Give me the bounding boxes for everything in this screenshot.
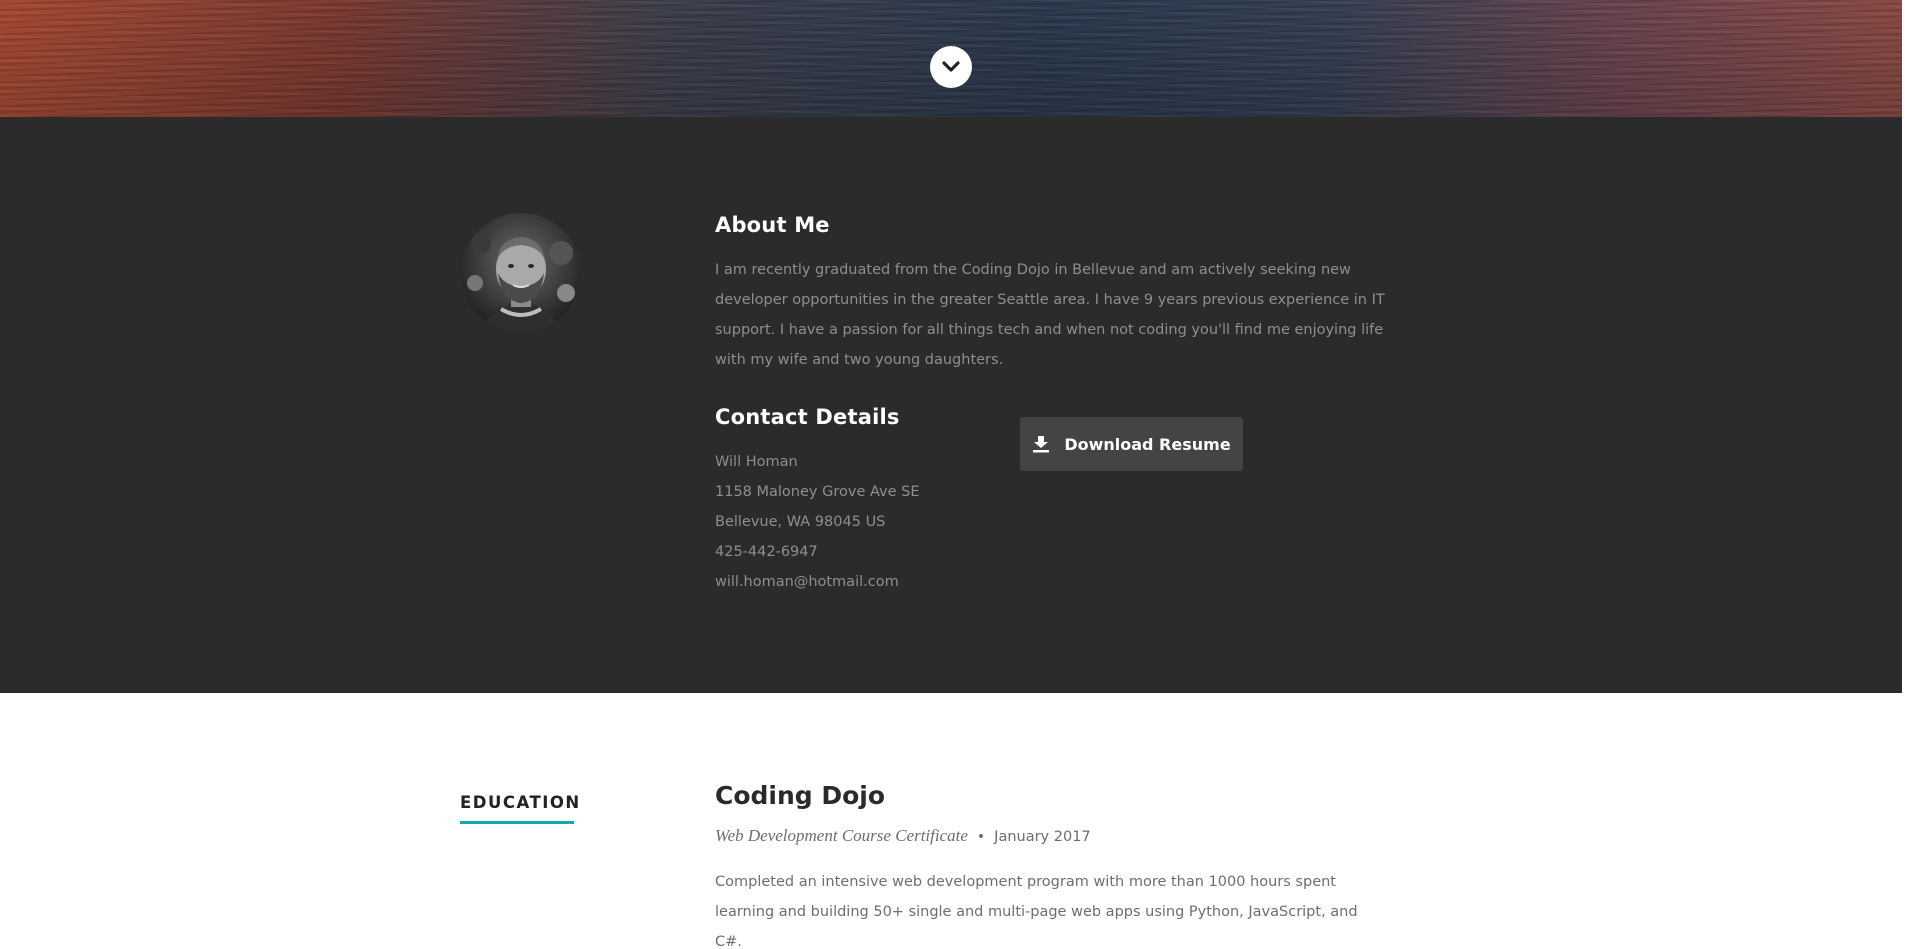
- download-icon: [1033, 436, 1050, 453]
- about-me-text: I am recently graduated from the Coding …: [715, 262, 1385, 368]
- education-label-underline: [460, 821, 574, 824]
- download-resume-button[interactable]: Download Resume: [1020, 417, 1243, 471]
- separator-bullet: •: [976, 829, 986, 845]
- school-name: Coding Dojo: [715, 781, 886, 810]
- about-section: [0, 117, 1902, 693]
- education-description: Completed an intensive web development p…: [715, 874, 1358, 949]
- profile-avatar: [461, 213, 581, 333]
- contact-phone: 425-442-6947: [715, 544, 818, 560]
- download-resume-label: Download Resume: [1064, 434, 1231, 454]
- scroll-down-button[interactable]: [930, 46, 972, 88]
- contact-city: Bellevue, WA 98045 US: [715, 514, 886, 530]
- about-me-heading: About Me: [715, 213, 830, 237]
- contact-name: Will Homan: [715, 454, 798, 470]
- contact-street: 1158 Maloney Grove Ave SE: [715, 484, 920, 500]
- graduation-date: January 2017: [994, 829, 1091, 845]
- chevron-down-icon: [942, 61, 960, 72]
- degree-title: Web Development Course Certificate: [715, 826, 968, 845]
- contact-email: will.homan@hotmail.com: [715, 574, 899, 590]
- education-section-label: EDUCATION: [460, 793, 581, 812]
- degree-line: Web Development Course Certificate • Janua…: [715, 826, 1091, 846]
- contact-list: Will Homan 1158 Maloney Grove Ave SE Bel…: [715, 447, 920, 597]
- profile-photo: [461, 213, 581, 333]
- contact-details-heading: Contact Details: [715, 405, 900, 429]
